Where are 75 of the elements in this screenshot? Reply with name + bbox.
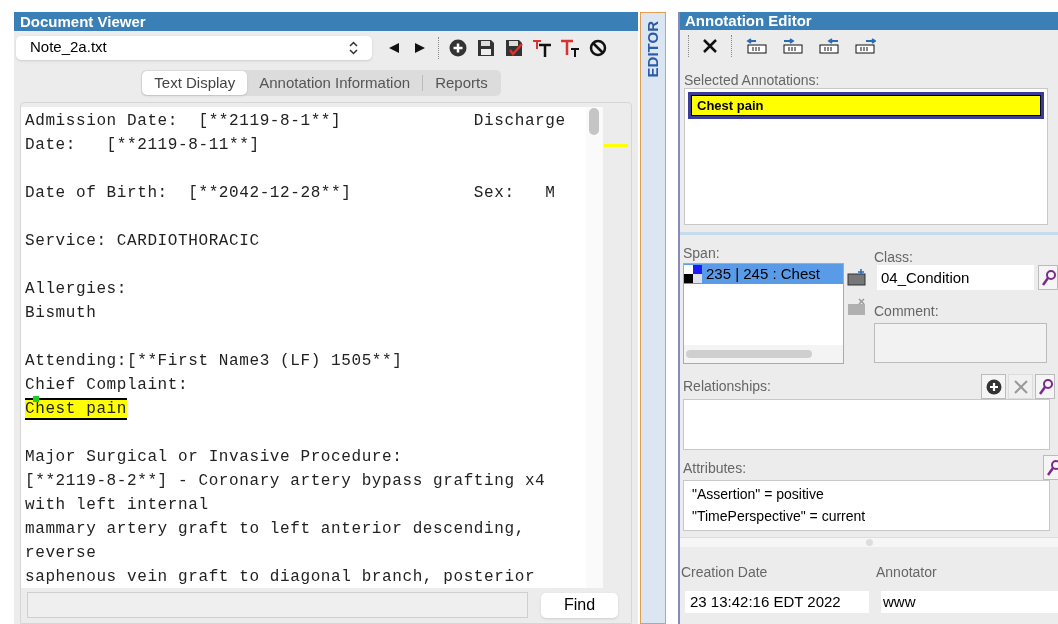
extend-left-icon[interactable]: [746, 38, 768, 54]
text-line: Attending:[**First Name3 (LF) 1505**]: [25, 351, 403, 371]
font-size-down-icon[interactable]: [560, 38, 580, 57]
add-icon[interactable]: [449, 38, 467, 57]
search-button[interactable]: [1043, 455, 1058, 480]
splitter-handle[interactable]: [865, 539, 873, 546]
text-line: reverse: [25, 543, 97, 563]
text-line: Date: [**2119-8-11**]: [25, 135, 260, 155]
shrink-left-icon[interactable]: [818, 38, 840, 54]
scrollbar-thumb[interactable]: [589, 108, 599, 135]
section-label: Class:: [874, 248, 914, 265]
text-line: Date of Birth: [**2042-12-28**] Sex: M: [25, 183, 556, 203]
annotation-item[interactable]: Chest pain: [688, 92, 1044, 119]
search-button[interactable]: [1035, 374, 1055, 399]
extend-right-icon[interactable]: [782, 38, 804, 54]
span-item[interactable]: 235 | 245 : Chest: [684, 264, 843, 284]
span-text: 235 | 245 : Chest: [706, 263, 820, 284]
document-text-area[interactable]: [21, 107, 586, 588]
text-line: Admission Date: [**2119-8-1**] Discharge: [25, 111, 566, 131]
shrink-right-icon[interactable]: [854, 38, 876, 54]
add-span-icon[interactable]: [847, 268, 867, 286]
find-button[interactable]: Find: [541, 592, 618, 618]
add-relationship-button[interactable]: [981, 374, 1006, 399]
text-line: Chief Complaint:: [25, 375, 189, 395]
search-icon: [1039, 378, 1053, 395]
attribute-item[interactable]: "Assertion" = positive: [692, 483, 824, 505]
tab[interactable]: Annotation Information: [247, 71, 423, 95]
side-tab[interactable]: EDITOR: [641, 21, 665, 78]
tab[interactable]: Reports: [423, 71, 500, 95]
panel-title: Annotation Editor: [680, 12, 1058, 30]
annotation-marker[interactable]: [604, 144, 628, 147]
save-check-icon[interactable]: [505, 38, 523, 57]
attribute-item[interactable]: "TimePerspective" = current: [692, 505, 866, 527]
annotated-text[interactable]: Chest pain: [25, 398, 127, 420]
next-icon[interactable]: [414, 41, 426, 54]
text-line: Major Surgical or Invasive Procedure:: [25, 447, 403, 467]
text-line: [**2119-8-2**] - Coronary artery bypass grafting x4: [25, 471, 546, 491]
search-icon: [1047, 459, 1058, 476]
text-line: mammary artery graft to left anterior descending,: [25, 519, 525, 539]
file-dropdown[interactable]: Note_2a.txt: [16, 35, 372, 60]
chevron-updown-icon: [349, 40, 358, 55]
section-label: Comment:: [874, 302, 940, 319]
annotator-field[interactable]: www: [881, 591, 1058, 613]
find-field[interactable]: [27, 592, 528, 618]
text-line: Service: CARDIOTHORACIC: [25, 231, 260, 251]
search-icon: [1042, 269, 1056, 286]
section-label: Relationships:: [683, 377, 772, 396]
add-icon: [985, 378, 1002, 395]
creation-date-field[interactable]: 23 13:42:16 EDT 2022: [685, 591, 869, 613]
font-size-up-icon[interactable]: [532, 38, 552, 57]
save-icon[interactable]: [477, 38, 495, 57]
annotation-handle[interactable]: [33, 396, 39, 402]
text-line: Allergies:: [25, 279, 127, 299]
color-swatch-icon: [684, 265, 702, 283]
panel-title: Document Viewer: [14, 12, 638, 31]
search-button[interactable]: [1038, 265, 1058, 290]
section-label: Creation Date: [680, 563, 769, 582]
section-label: Annotator: [876, 563, 938, 582]
comment-field[interactable]: [874, 323, 1047, 363]
attributes-list[interactable]: "Assertion" = positive "TimePerspective" = current: [683, 480, 1050, 531]
span-list[interactable]: 235 | 245 : Chest: [683, 263, 844, 364]
text-line: Bismuth: [25, 303, 97, 323]
close-icon: [1013, 379, 1028, 394]
section-label: Attributes:: [683, 459, 748, 478]
scrollbar-thumb[interactable]: [686, 350, 812, 358]
class-field[interactable]: 04_Condition: [877, 265, 1034, 290]
tab[interactable]: Text Display: [142, 71, 248, 95]
close-icon[interactable]: [703, 39, 717, 53]
section-label: Selected Annotations:: [684, 71, 821, 88]
text-line: saphenous vein graft to diagonal branch, posterior: [25, 567, 536, 587]
selected-annotations-list[interactable]: Chest pain: [684, 88, 1048, 225]
text-line: with left internal: [25, 495, 209, 515]
previous-icon[interactable]: [388, 41, 400, 54]
block-icon[interactable]: [589, 38, 607, 57]
section-label: Span:: [683, 244, 721, 263]
